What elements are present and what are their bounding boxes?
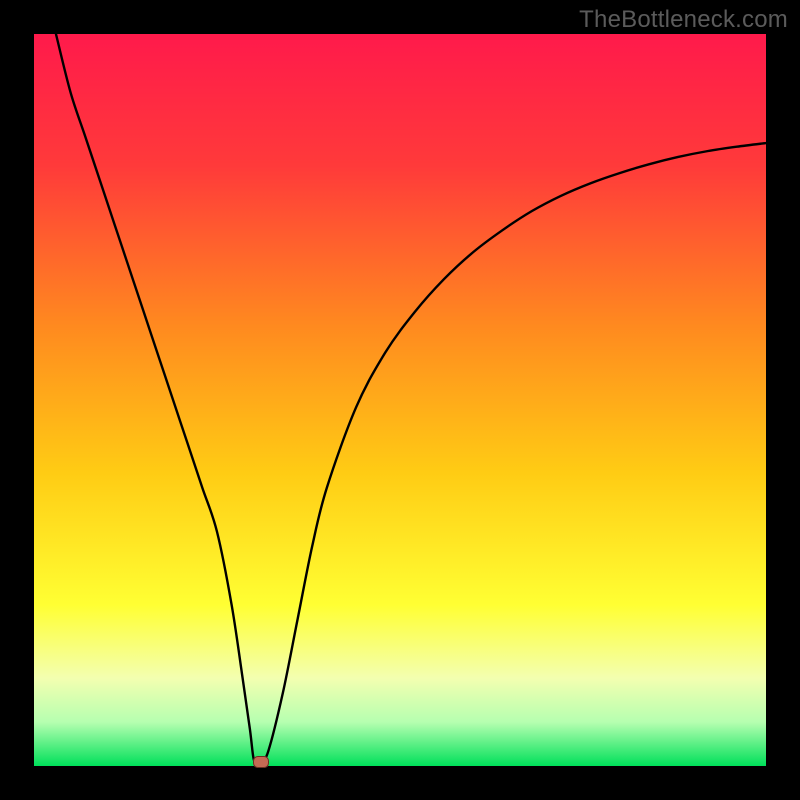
curve-layer <box>34 34 766 766</box>
watermark-text: TheBottleneck.com <box>579 6 788 34</box>
optimal-point-marker <box>253 756 269 768</box>
chart-frame: TheBottleneck.com <box>0 0 800 800</box>
bottleneck-curve <box>56 34 766 762</box>
